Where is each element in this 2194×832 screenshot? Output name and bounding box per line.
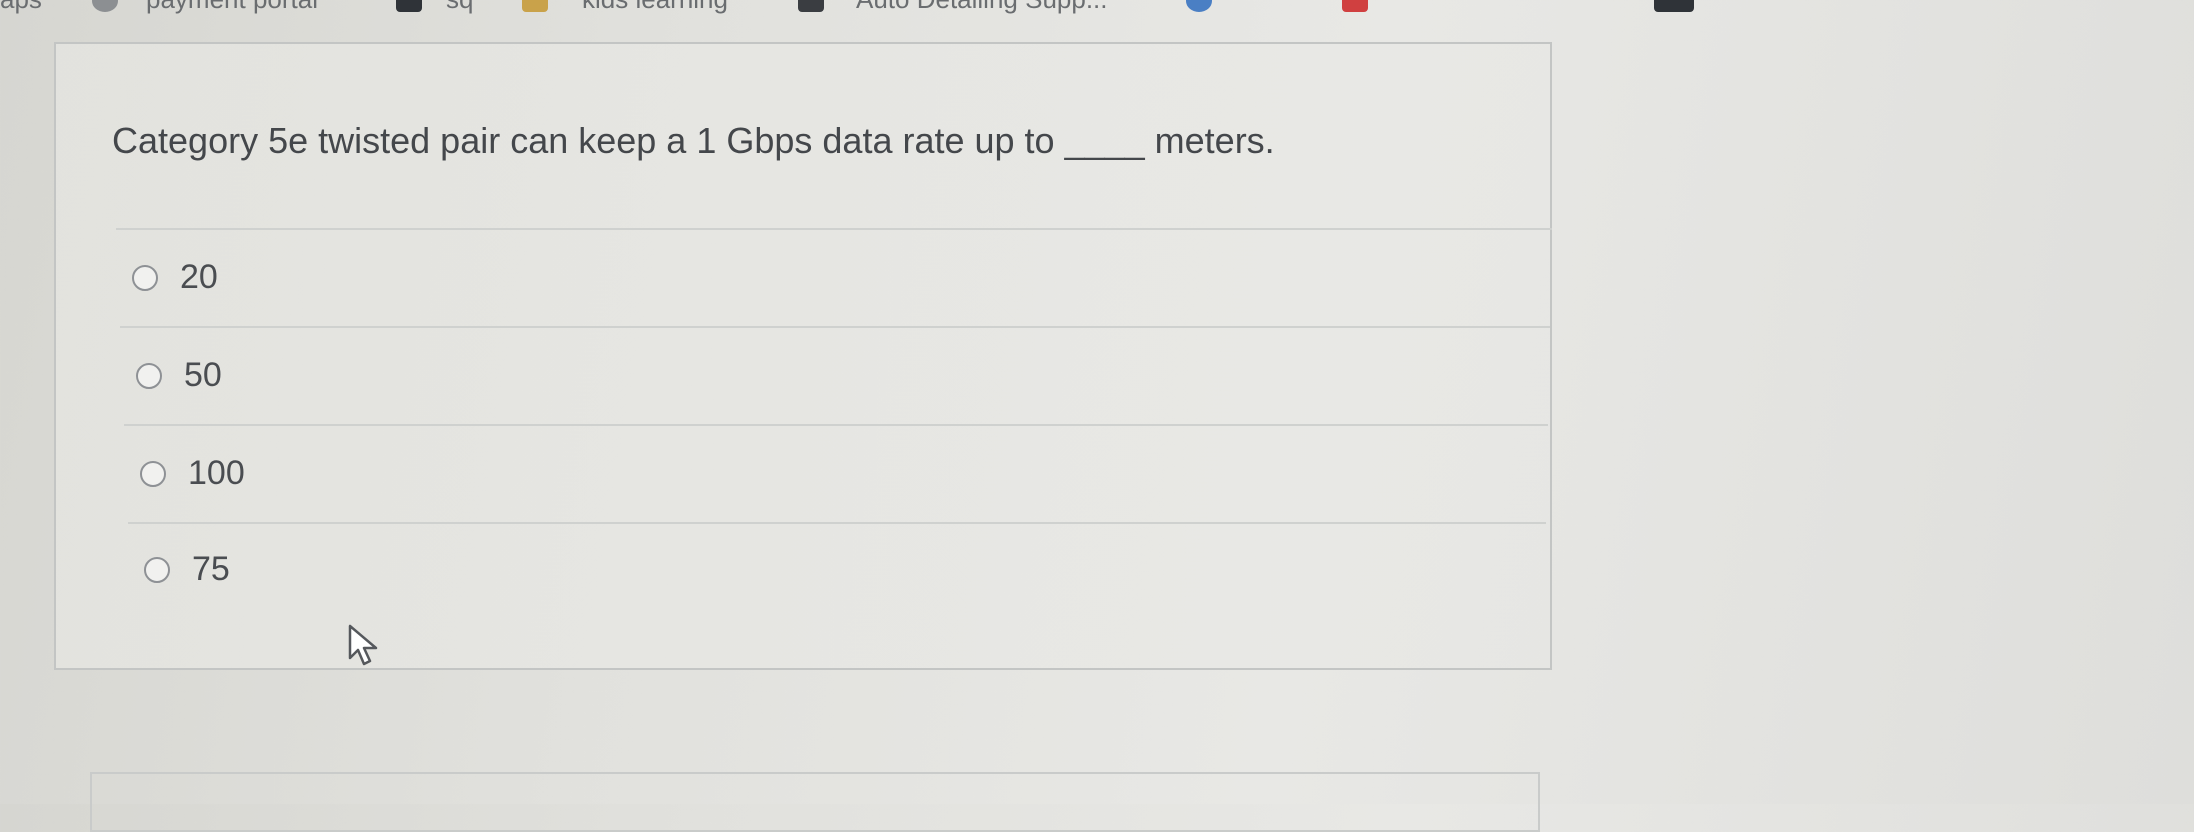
radio-button[interactable] (140, 460, 166, 487)
divider (124, 424, 1548, 426)
next-question-card (90, 772, 1540, 832)
option-50[interactable]: 50 (136, 356, 222, 395)
document-icon (798, 0, 824, 12)
radio-button[interactable] (136, 362, 162, 389)
option-100[interactable]: 100 (140, 454, 245, 493)
mouse-pointer-icon (348, 624, 378, 666)
kids-learning-icon (522, 0, 548, 12)
option-20[interactable]: 20 (132, 258, 218, 297)
globe-icon (1186, 0, 1212, 12)
divider (128, 522, 1546, 524)
red-bookmark-icon (1342, 0, 1368, 12)
sq-icon (396, 0, 422, 12)
option-label: 100 (188, 454, 245, 492)
bookmark-kids-learning[interactable]: kids learning (582, 0, 728, 14)
bookmark-payment-portal[interactable]: payment portal (146, 0, 318, 14)
question-card: Category 5e twisted pair can keep a 1 Gb… (54, 42, 1552, 670)
option-label: 75 (192, 550, 230, 588)
divider (116, 228, 1552, 230)
option-label: 50 (184, 356, 222, 394)
bookmark-sq[interactable]: sq (446, 0, 473, 14)
bookmark-auto-detailing[interactable]: Auto Detailing Supp... (856, 0, 1108, 14)
divider (120, 326, 1550, 328)
option-75[interactable]: 75 (144, 550, 230, 589)
dark-bookmark-icon (1654, 0, 1694, 12)
option-label: 20 (180, 258, 218, 296)
question-text: Category 5e twisted pair can keep a 1 Gb… (112, 120, 1275, 161)
radio-button[interactable] (132, 264, 158, 291)
payment-portal-icon (92, 0, 118, 12)
radio-button[interactable] (144, 556, 170, 583)
bookmark-apps[interactable]: aps (0, 0, 42, 14)
bookmarks-bar: aps payment portal sq kids learning Auto… (0, 0, 2194, 14)
